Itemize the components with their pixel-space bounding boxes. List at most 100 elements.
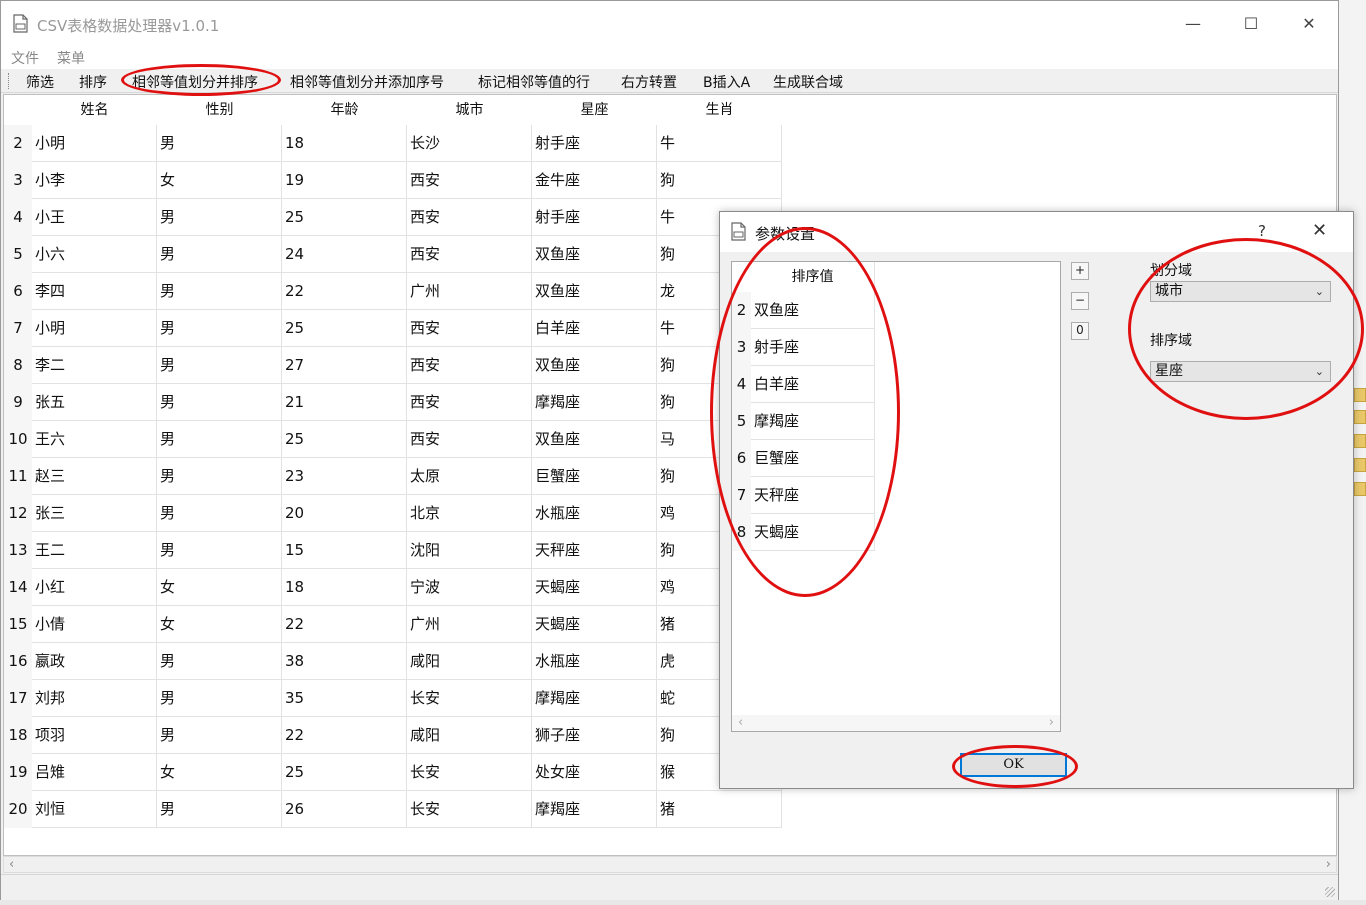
table-cell[interactable]: 男 xyxy=(157,532,282,569)
table-cell[interactable]: 太原 xyxy=(407,458,532,495)
table-cell[interactable]: 猪 xyxy=(657,791,782,828)
table-cell[interactable]: 22 xyxy=(282,606,407,643)
table-cell[interactable]: 18 xyxy=(282,125,407,162)
table-cell[interactable]: 男 xyxy=(157,495,282,532)
table-cell[interactable]: 21 xyxy=(282,384,407,421)
menu-menu[interactable]: 菜单 xyxy=(57,48,85,68)
table-cell[interactable]: 25 xyxy=(282,421,407,458)
table-cell[interactable]: 35 xyxy=(282,680,407,717)
row-number[interactable]: 18 xyxy=(4,717,32,754)
row-number[interactable]: 2 xyxy=(4,125,32,162)
remove-row-button[interactable]: − xyxy=(1071,292,1089,310)
table-cell[interactable]: 西安 xyxy=(407,421,532,458)
table-cell[interactable]: 天秤座 xyxy=(532,532,657,569)
table-cell[interactable]: 王六 xyxy=(32,421,157,458)
table-cell[interactable]: 水瓶座 xyxy=(532,495,657,532)
row-number[interactable]: 6 xyxy=(4,273,32,310)
table-cell[interactable]: 西安 xyxy=(407,162,532,199)
table-cell[interactable]: 白羊座 xyxy=(532,310,657,347)
row-number[interactable]: 20 xyxy=(4,791,32,828)
table-cell[interactable]: 男 xyxy=(157,680,282,717)
table-cell[interactable]: 24 xyxy=(282,236,407,273)
table-cell[interactable]: 15 xyxy=(282,532,407,569)
table-cell[interactable]: 沈阳 xyxy=(407,532,532,569)
table-cell[interactable]: 男 xyxy=(157,236,282,273)
table-cell[interactable]: 李二 xyxy=(32,347,157,384)
table-cell[interactable]: 双鱼座 xyxy=(532,421,657,458)
table-cell[interactable]: 狗 xyxy=(657,162,782,199)
table-cell[interactable]: 男 xyxy=(157,310,282,347)
table-cell[interactable]: 男 xyxy=(157,458,282,495)
table-cell[interactable]: 双鱼座 xyxy=(532,273,657,310)
table-cell[interactable]: 20 xyxy=(282,495,407,532)
table-cell[interactable]: 女 xyxy=(157,606,282,643)
table-cell[interactable]: 女 xyxy=(157,569,282,606)
table-cell[interactable]: 22 xyxy=(282,717,407,754)
toolbar-filter-button[interactable]: 筛选 xyxy=(26,72,54,92)
row-number[interactable]: 19 xyxy=(4,754,32,791)
row-number[interactable]: 3 xyxy=(4,162,32,199)
table-cell[interactable]: 小明 xyxy=(32,310,157,347)
table-cell[interactable]: 23 xyxy=(282,458,407,495)
row-number[interactable]: 5 xyxy=(4,236,32,273)
table-cell[interactable]: 19 xyxy=(282,162,407,199)
table-cell[interactable]: 金牛座 xyxy=(532,162,657,199)
table-cell[interactable]: 小明 xyxy=(32,125,157,162)
table-cell[interactable]: 处女座 xyxy=(532,754,657,791)
table-cell[interactable]: 嬴政 xyxy=(32,643,157,680)
table-cell[interactable]: 巨蟹座 xyxy=(532,458,657,495)
table-cell[interactable]: 射手座 xyxy=(532,125,657,162)
scroll-left-icon[interactable]: ‹ xyxy=(9,857,14,872)
table-cell[interactable]: 小王 xyxy=(32,199,157,236)
table-cell[interactable]: 27 xyxy=(282,347,407,384)
toolbar-transpose-button[interactable]: 右方转置 xyxy=(621,72,677,92)
table-cell[interactable]: 西安 xyxy=(407,384,532,421)
help-button[interactable]: ? xyxy=(1258,222,1266,240)
list-horizontal-scrollbar[interactable]: ‹ › xyxy=(732,715,1060,731)
table-cell[interactable]: 射手座 xyxy=(532,199,657,236)
column-header[interactable]: 生肖 xyxy=(657,95,782,125)
column-header[interactable]: 姓名 xyxy=(32,95,157,125)
table-cell[interactable]: 摩羯座 xyxy=(532,791,657,828)
horizontal-scrollbar[interactable]: ‹ › xyxy=(3,856,1337,873)
table-cell[interactable]: 18 xyxy=(282,569,407,606)
table-cell[interactable]: 女 xyxy=(157,162,282,199)
table-cell[interactable]: 广州 xyxy=(407,606,532,643)
table-cell[interactable]: 男 xyxy=(157,791,282,828)
table-cell[interactable]: 女 xyxy=(157,754,282,791)
table-cell[interactable]: 西安 xyxy=(407,236,532,273)
row-number[interactable]: 17 xyxy=(4,680,32,717)
table-cell[interactable]: 小六 xyxy=(32,236,157,273)
table-cell[interactable]: 牛 xyxy=(657,125,782,162)
table-cell[interactable]: 双鱼座 xyxy=(532,347,657,384)
table-cell[interactable]: 小倩 xyxy=(32,606,157,643)
table-cell[interactable]: 25 xyxy=(282,754,407,791)
table-cell[interactable]: 宁波 xyxy=(407,569,532,606)
table-cell[interactable]: 长安 xyxy=(407,791,532,828)
table-cell[interactable]: 李四 xyxy=(32,273,157,310)
row-number[interactable]: 9 xyxy=(4,384,32,421)
row-number[interactable]: 8 xyxy=(4,347,32,384)
table-cell[interactable]: 西安 xyxy=(407,199,532,236)
table-cell[interactable]: 男 xyxy=(157,347,282,384)
table-cell[interactable]: 咸阳 xyxy=(407,717,532,754)
table-cell[interactable]: 小李 xyxy=(32,162,157,199)
column-header[interactable]: 性别 xyxy=(157,95,282,125)
table-cell[interactable]: 天蝎座 xyxy=(532,606,657,643)
table-cell[interactable]: 25 xyxy=(282,310,407,347)
table-cell[interactable]: 张五 xyxy=(32,384,157,421)
column-header[interactable]: 城市 xyxy=(407,95,532,125)
row-number[interactable]: 14 xyxy=(4,569,32,606)
table-cell[interactable]: 天蝎座 xyxy=(532,569,657,606)
table-cell[interactable]: 赵三 xyxy=(32,458,157,495)
table-cell[interactable]: 26 xyxy=(282,791,407,828)
toolbar-mark-equal-button[interactable]: 标记相邻等值的行 xyxy=(478,72,590,92)
table-cell[interactable]: 北京 xyxy=(407,495,532,532)
scroll-right-icon[interactable]: › xyxy=(1326,857,1331,872)
column-header[interactable]: 年龄 xyxy=(282,95,407,125)
toolbar-union-button[interactable]: 生成联合域 xyxy=(773,72,843,92)
toolbar-grip[interactable] xyxy=(8,73,11,89)
maximize-button[interactable]: ☐ xyxy=(1239,13,1263,35)
table-cell[interactable]: 男 xyxy=(157,717,282,754)
scroll-right-icon[interactable]: › xyxy=(1049,715,1054,730)
